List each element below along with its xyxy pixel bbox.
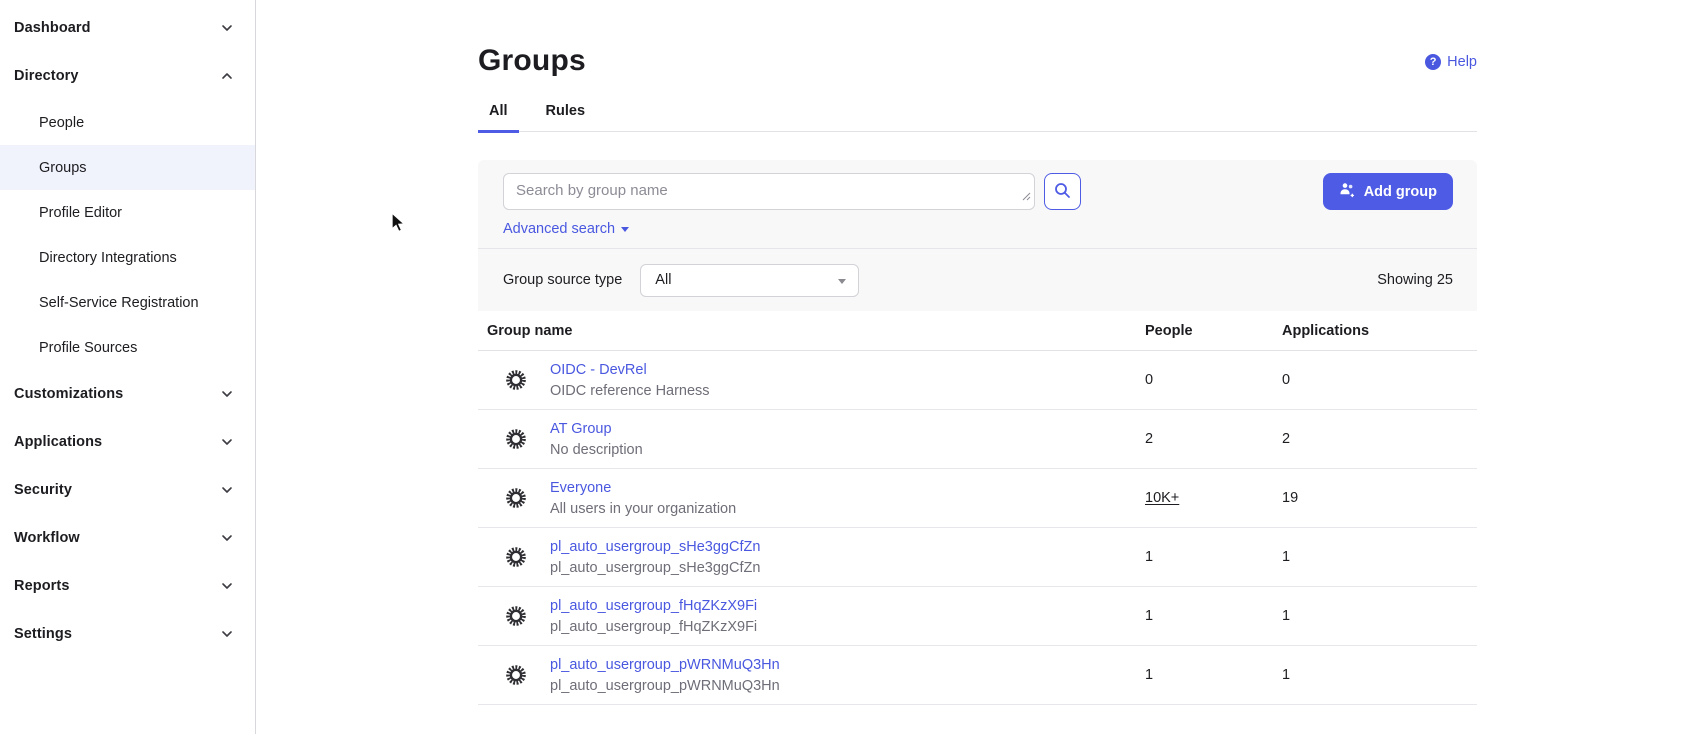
table-row: OIDC - DevRel OIDC reference Harness 0 0	[478, 351, 1477, 410]
groups-table: Group name People Applications OIDC - De…	[478, 311, 1477, 705]
sidebar-item-groups[interactable]: Groups	[0, 145, 255, 190]
table-header: Group name People Applications	[478, 311, 1477, 351]
sidebar-item-directory[interactable]: Directory	[0, 52, 255, 100]
group-name-link[interactable]: OIDC - DevRel	[550, 362, 647, 378]
select-value: All	[655, 272, 671, 288]
sidebar-item-workflow[interactable]: Workflow	[0, 514, 255, 562]
group-description: All users in your organization	[550, 501, 736, 517]
group-name-link[interactable]: Everyone	[550, 480, 611, 496]
search-input[interactable]	[503, 173, 1035, 210]
group-name-link[interactable]: pl_auto_usergroup_fHqZKzX9Fi	[550, 598, 757, 614]
table-body: OIDC - DevRel OIDC reference Harness 0 0…	[478, 351, 1477, 705]
group-description: pl_auto_usergroup_pWRNMuQ3Hn	[550, 678, 780, 694]
search-button[interactable]	[1044, 173, 1081, 210]
sidebar-item-label: Applications	[14, 434, 102, 450]
sidebar-item-label: Settings	[14, 626, 72, 642]
table-row: pl_auto_usergroup_fHqZKzX9Fi pl_auto_use…	[478, 587, 1477, 646]
chevron-down-icon	[221, 436, 233, 448]
add-group-label: Add group	[1364, 184, 1437, 200]
person-add-icon	[1339, 182, 1356, 202]
sidebar-item-label: Directory	[14, 68, 79, 84]
help-link[interactable]: ? Help	[1425, 54, 1477, 70]
people-count: 0	[1145, 372, 1282, 388]
chevron-down-icon	[221, 628, 233, 640]
sidebar-item-label: Workflow	[14, 530, 80, 546]
group-source-type-label: Group source type	[503, 272, 622, 288]
sidebar-item-label: Security	[14, 482, 72, 498]
help-label: Help	[1447, 54, 1477, 70]
column-header-people: People	[1145, 323, 1282, 339]
sidebar-item-self-service-registration[interactable]: Self-Service Registration	[0, 280, 255, 325]
sidebar-item-label: Customizations	[14, 386, 123, 402]
sidebar-item-settings[interactable]: Settings	[0, 610, 255, 658]
search-icon	[1054, 182, 1071, 202]
group-name-link[interactable]: AT Group	[550, 421, 612, 437]
group-gear-icon	[505, 664, 527, 686]
advanced-search-label: Advanced search	[503, 221, 615, 237]
group-gear-icon	[505, 605, 527, 627]
group-name-link[interactable]: pl_auto_usergroup_pWRNMuQ3Hn	[550, 657, 780, 673]
sidebar-item-dashboard[interactable]: Dashboard	[0, 4, 255, 52]
main-content: Groups ? Help All Rules	[257, 0, 1687, 734]
group-gear-icon	[505, 428, 527, 450]
chevron-down-icon	[221, 388, 233, 400]
sidebar-item-label: Dashboard	[14, 20, 91, 36]
tab-bar: All Rules	[478, 103, 1477, 132]
sidebar-item-directory-integrations[interactable]: Directory Integrations	[0, 235, 255, 280]
group-description: pl_auto_usergroup_sHe3ggCfZn	[550, 560, 760, 576]
page-title: Groups	[478, 44, 586, 78]
tab-rules[interactable]: Rules	[535, 103, 597, 133]
sidebar-item-profile-editor[interactable]: Profile Editor	[0, 190, 255, 235]
table-row: pl_auto_usergroup_sHe3ggCfZn pl_auto_use…	[478, 528, 1477, 587]
showing-count: Showing 25	[1377, 272, 1453, 288]
people-count: 1	[1145, 608, 1282, 624]
applications-count: 1	[1282, 667, 1477, 683]
people-count: 2	[1145, 431, 1282, 447]
tab-all[interactable]: All	[478, 103, 519, 133]
group-source-type-select[interactable]: All	[640, 264, 859, 297]
table-row: Everyone All users in your organization …	[478, 469, 1477, 528]
group-description: pl_auto_usergroup_fHqZKzX9Fi	[550, 619, 757, 635]
group-gear-icon	[505, 487, 527, 509]
applications-count: 2	[1282, 431, 1477, 447]
column-header-applications: Applications	[1282, 323, 1477, 339]
group-name-link[interactable]: pl_auto_usergroup_sHe3ggCfZn	[550, 539, 760, 555]
question-circle-icon: ?	[1425, 54, 1441, 70]
group-description: OIDC reference Harness	[550, 383, 710, 399]
sidebar-item-label: Reports	[14, 578, 70, 594]
people-count: 10K+	[1145, 490, 1282, 506]
column-header-group-name: Group name	[478, 323, 1145, 339]
group-gear-icon	[505, 546, 527, 568]
chevron-down-icon	[221, 532, 233, 544]
sidebar-item-profile-sources[interactable]: Profile Sources	[0, 325, 255, 370]
chevron-down-icon	[221, 22, 233, 34]
people-count: 1	[1145, 549, 1282, 565]
sidebar-directory-children: People Groups Profile Editor Directory I…	[0, 100, 255, 370]
sidebar-item-people[interactable]: People	[0, 100, 255, 145]
applications-count: 19	[1282, 490, 1477, 506]
advanced-search-link[interactable]: Advanced search	[503, 221, 629, 237]
table-row: pl_auto_usergroup_pWRNMuQ3Hn pl_auto_use…	[478, 646, 1477, 705]
applications-count: 0	[1282, 372, 1477, 388]
sidebar-item-reports[interactable]: Reports	[0, 562, 255, 610]
applications-count: 1	[1282, 608, 1477, 624]
sidebar: Dashboard Directory People Groups Profil…	[0, 0, 256, 734]
chevron-down-icon	[221, 580, 233, 592]
caret-down-icon	[838, 279, 846, 284]
add-group-button[interactable]: Add group	[1323, 173, 1453, 210]
sidebar-item-security[interactable]: Security	[0, 466, 255, 514]
table-row: AT Group No description 2 2	[478, 410, 1477, 469]
filter-panel: Add group Advanced search Group source t…	[478, 160, 1477, 311]
group-description: No description	[550, 442, 643, 458]
sidebar-item-customizations[interactable]: Customizations	[0, 370, 255, 418]
chevron-up-icon	[221, 70, 233, 82]
chevron-down-icon	[221, 484, 233, 496]
group-gear-icon	[505, 369, 527, 391]
applications-count: 1	[1282, 549, 1477, 565]
people-count: 1	[1145, 667, 1282, 683]
sidebar-item-applications[interactable]: Applications	[0, 418, 255, 466]
caret-down-icon	[621, 227, 629, 232]
